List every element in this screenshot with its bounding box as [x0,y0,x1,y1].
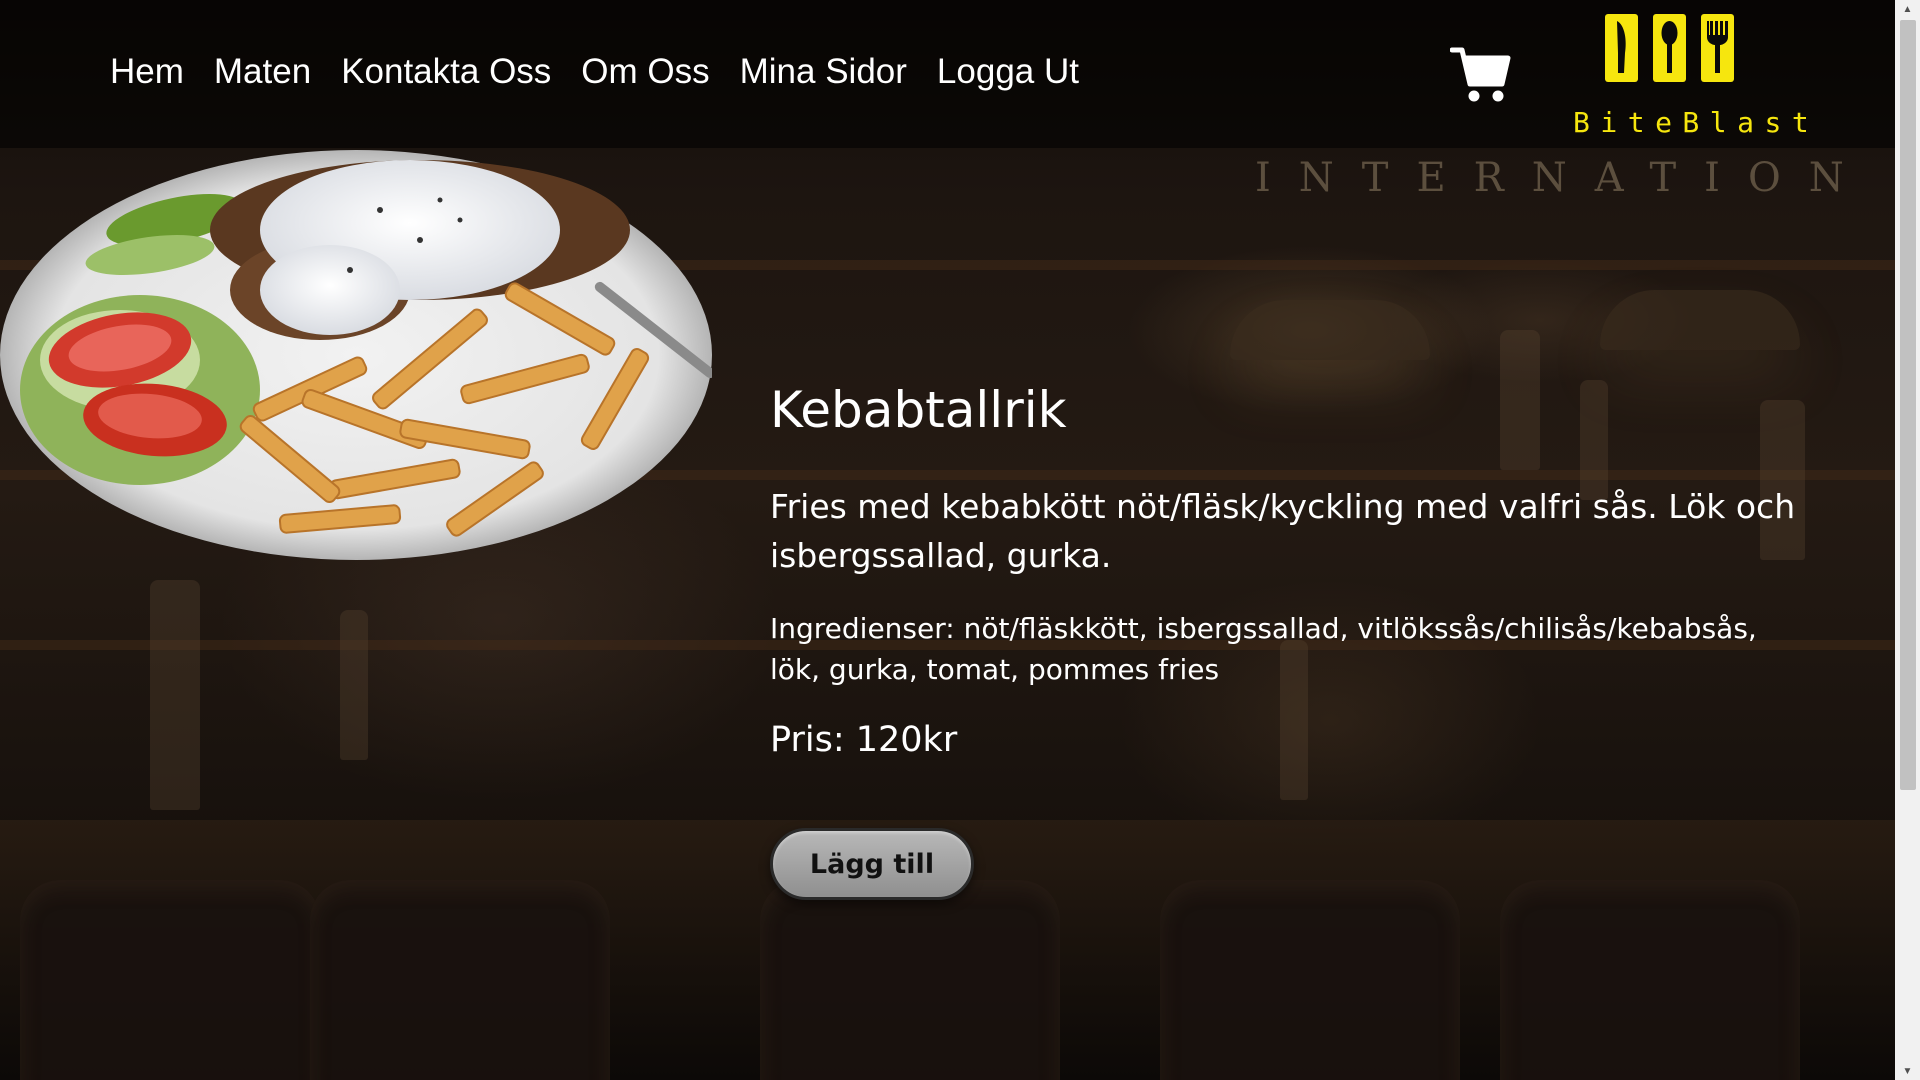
vertical-scrollbar[interactable]: ▲ ▼ [1895,0,1920,1080]
nav-item-om-oss[interactable]: Om Oss [581,52,709,92]
scroll-down-arrow-icon[interactable]: ▼ [1895,1062,1920,1080]
product-title: Kebabtallrik [770,381,1067,439]
shopping-cart-icon[interactable] [1449,44,1512,104]
nav-item-logga-ut[interactable]: Logga Ut [937,52,1079,92]
logo-cutlery [1603,11,1738,86]
nav-item-hem[interactable]: Hem [110,52,184,92]
nav-item-maten[interactable]: Maten [214,52,311,92]
bar-stool [1160,880,1460,1080]
lamp-shape [1600,290,1800,350]
bottle [150,580,200,810]
kebab-plate-image [0,150,716,560]
bar-stool [760,880,1060,1080]
nav-item-mina-sidor[interactable]: Mina Sidor [740,52,907,92]
biteblast-logo[interactable]: BiteBlast [1568,8,1809,139]
fork-icon [1701,14,1734,82]
bar-stool [310,880,610,1080]
scroll-thumb[interactable] [1900,20,1916,790]
bar-stool [20,880,320,1080]
main-nav: Hem Maten Kontakta Oss Om Oss Mina Sidor… [110,52,1079,92]
page: INTERNATION Hem Maten Kontakta Oss Om Os… [0,0,1920,1080]
product-description: Fries med kebabkött nöt/fläsk/kyckling m… [770,487,1796,575]
product-price: Pris: 120kr [770,720,958,760]
product-details: Kebabtallrik Fries med kebabkött nöt/flä… [770,380,1810,763]
nav-item-kontakta-oss[interactable]: Kontakta Oss [341,52,551,92]
logo-text: BiteBlast [1573,106,1820,139]
knife-icon [1605,14,1638,82]
scroll-up-arrow-icon[interactable]: ▲ [1895,0,1920,18]
bottle [340,610,368,760]
spoon-icon [1653,14,1686,82]
bar-sign: INTERNATION [1255,155,1872,201]
add-to-cart-button[interactable]: Lägg till [770,828,974,900]
site-header: Hem Maten Kontakta Oss Om Oss Mina Sidor… [0,0,1895,148]
bar-stool [1500,880,1800,1080]
lamp-shape [1230,300,1430,360]
product-ingredients: Ingredienser: nöt/fläskkött, isbergssall… [770,612,1757,686]
